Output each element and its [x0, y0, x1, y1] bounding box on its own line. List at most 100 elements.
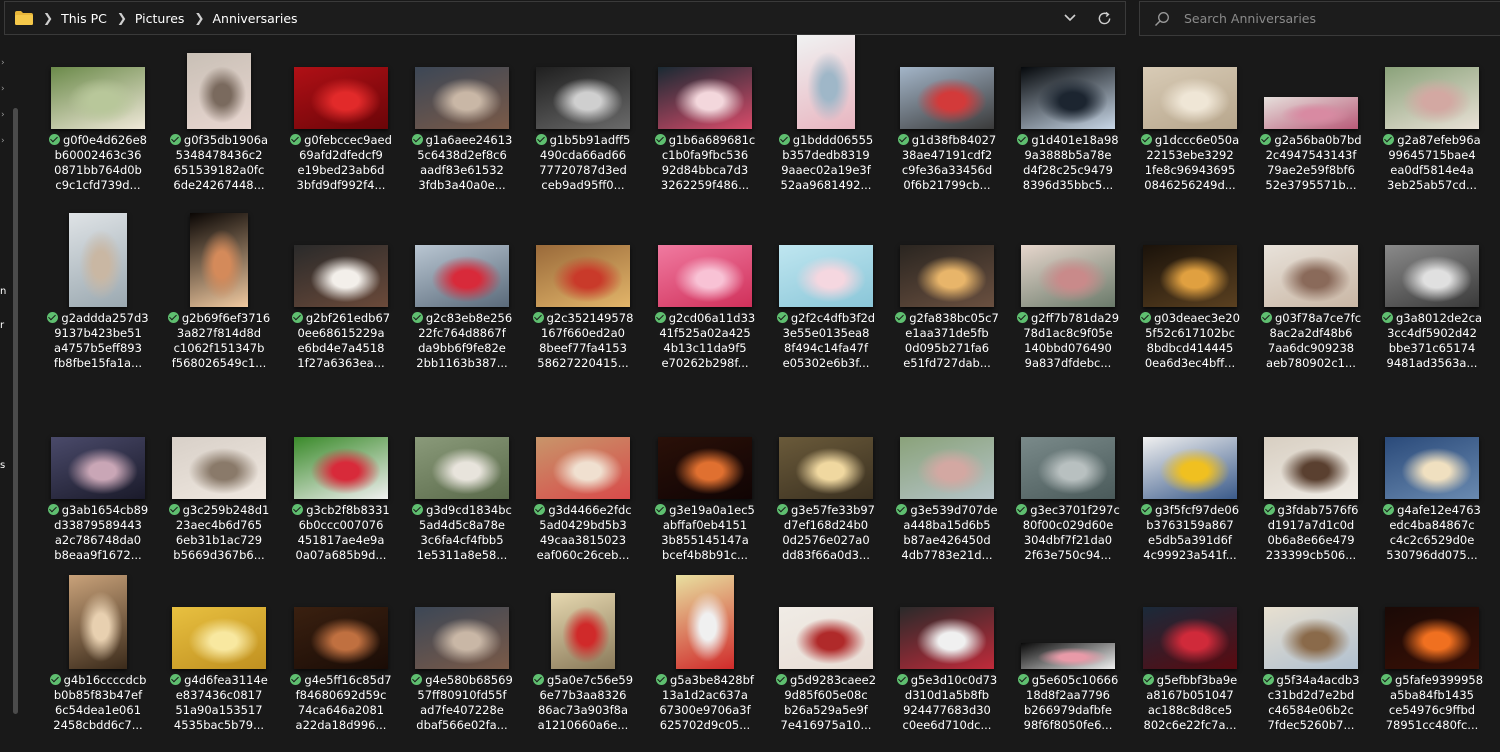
- file-thumbnail[interactable]: [900, 67, 994, 129]
- sync-status-check-icon: [1140, 134, 1152, 145]
- file-name-text: 5f52c617102bc: [1145, 326, 1235, 340]
- file-thumbnail[interactable]: [1021, 245, 1115, 307]
- file-thumbnail[interactable]: [415, 607, 509, 669]
- file-thumbnail[interactable]: [1385, 67, 1479, 129]
- file-name-text: 8beef77fa4153: [539, 341, 627, 355]
- file-thumbnail[interactable]: [294, 245, 388, 307]
- file-name-text: e1aa371de5fb: [905, 326, 989, 340]
- file-name-label: g3cb2f8b8331 6b0ccc007076 451817ae4e9a 0a07…: [286, 503, 396, 563]
- file-name-label: g1dccc6e050a 22153ebe3292 1fe8c96943695 084…: [1135, 133, 1245, 193]
- file-thumbnail[interactable]: [900, 245, 994, 307]
- file-name-text: 490cda66ad66: [539, 148, 627, 162]
- file-name-text: g2b69f6ef3716: [181, 311, 271, 325]
- file-thumbnail[interactable]: [779, 437, 873, 499]
- file-name-text: g5a0e7c56e59: [546, 673, 634, 687]
- file-name-text: 5c6438d2ef8c6: [417, 148, 507, 162]
- file-thumbnail[interactable]: [51, 437, 145, 499]
- file-name-text: b357dedb8319: [782, 148, 870, 162]
- file-thumbnail[interactable]: [1385, 437, 1479, 499]
- file-name-text: 80f00c029d60e: [1022, 518, 1114, 532]
- sync-status-check-icon: [48, 134, 60, 145]
- file-thumbnail[interactable]: [900, 437, 994, 499]
- file-thumbnail[interactable]: [69, 575, 127, 669]
- file-name-text: g1bddd06555: [792, 133, 874, 147]
- file-name-text: d7ef168d24b0: [783, 518, 869, 532]
- file-thumbnail[interactable]: [1143, 67, 1237, 129]
- file-name-label: g1bddd06555 b357dedb8319 9aaec02a19e3f 52aa…: [771, 133, 881, 193]
- file-name-text: g5fafe9399958: [1394, 673, 1484, 687]
- file-name-text: ac188c8d8ce5: [1147, 703, 1233, 717]
- file-thumbnail[interactable]: [1264, 607, 1358, 669]
- sync-status-check-icon: [1140, 312, 1152, 323]
- file-thumbnail[interactable]: [172, 607, 266, 669]
- sync-status-check-icon: [654, 134, 666, 145]
- file-thumbnail[interactable]: [1385, 607, 1479, 669]
- file-name-text: 233399cb506...: [1265, 548, 1357, 562]
- file-thumbnail[interactable]: [779, 245, 873, 307]
- file-name-text: d4f28c25c9479: [1023, 163, 1113, 177]
- file-thumbnail[interactable]: [900, 607, 994, 669]
- file-name-text: g4e5ff16c85d7: [304, 673, 392, 687]
- file-thumbnail[interactable]: [415, 437, 509, 499]
- file-thumbnail[interactable]: [676, 575, 734, 669]
- file-name-text: g03deaec3e20: [1154, 311, 1240, 325]
- file-thumbnail[interactable]: [1143, 607, 1237, 669]
- file-thumbnail[interactable]: [1385, 245, 1479, 307]
- file-name-text: b3763159a867: [1146, 518, 1234, 532]
- file-name-label: g2a56ba0b7bd 2c4947543143f 79ae2e59f8bf6 52…: [1256, 133, 1366, 193]
- file-thumbnail[interactable]: [551, 593, 615, 669]
- file-thumbnail[interactable]: [294, 67, 388, 129]
- file-thumbnail[interactable]: [1143, 245, 1237, 307]
- file-name-text: 92d84bbca7d3: [661, 163, 749, 177]
- file-name-text: g3c259b248d1: [182, 503, 270, 517]
- file-name-text: 530796dd075...: [1386, 548, 1478, 562]
- file-thumbnail[interactable]: [415, 67, 509, 129]
- file-name-label: g2c83eb8e256 22fc764d8867f da9bb6f9fe82e 2b…: [407, 311, 517, 371]
- file-thumbnail[interactable]: [69, 213, 127, 307]
- file-name-label: g3d4466e2fdc 5ad0429bd5b3 49caa3815023 eaf0…: [528, 503, 638, 563]
- file-thumbnail[interactable]: [294, 607, 388, 669]
- file-thumbnail[interactable]: [1264, 245, 1358, 307]
- file-thumbnail[interactable]: [536, 67, 630, 129]
- file-thumbnail[interactable]: [536, 245, 630, 307]
- content-scrollbar[interactable]: [1494, 38, 1500, 752]
- file-thumbnail[interactable]: [187, 53, 251, 129]
- file-thumbnail[interactable]: [1264, 437, 1358, 499]
- file-name-text: 0f6b21799cb...: [903, 178, 991, 192]
- sync-status-check-icon: [1016, 504, 1028, 515]
- file-name-text: b87ae426450d: [903, 533, 991, 547]
- file-thumbnail[interactable]: [190, 213, 248, 307]
- file-name-label: g1d38fb84027 38ae47191cdf2 c9fe36a33456d 0f…: [892, 133, 1002, 193]
- file-name-text: 924477683d30: [903, 703, 991, 717]
- file-name-text: c9c1cfd739d...: [55, 178, 141, 192]
- file-name-text: 9a3888b5a78e: [1024, 148, 1112, 162]
- file-thumbnail[interactable]: [658, 245, 752, 307]
- sync-status-check-icon: [654, 312, 666, 323]
- file-thumbnail[interactable]: [1264, 97, 1358, 129]
- file-thumbnail[interactable]: [51, 67, 145, 129]
- file-thumbnail[interactable]: [1021, 67, 1115, 129]
- file-thumbnail[interactable]: [1021, 643, 1115, 669]
- file-name-text: g3e57fe33b97: [790, 503, 875, 517]
- file-name-text: 140bbd076490: [1024, 341, 1112, 355]
- file-thumbnail[interactable]: [536, 437, 630, 499]
- file-thumbnail[interactable]: [658, 437, 752, 499]
- file-name-text: 74ca646a2081: [297, 703, 385, 717]
- file-name-text: 651539182a0fc: [173, 163, 265, 177]
- file-name-text: ea0df5814e4a: [1390, 163, 1474, 177]
- file-thumbnail[interactable]: [415, 245, 509, 307]
- file-thumbnail[interactable]: [779, 607, 873, 669]
- file-name-label: g3e539d707de a448ba15d6b5 b87ae426450d 4db7…: [892, 503, 1002, 563]
- file-name-text: 98f6f8050fe6...: [1023, 718, 1113, 732]
- file-thumbnail[interactable]: [1021, 437, 1115, 499]
- file-thumbnail[interactable]: [294, 437, 388, 499]
- file-thumbnail[interactable]: [172, 437, 266, 499]
- file-thumbnail[interactable]: [797, 35, 855, 129]
- file-name-text: edc4ba84867c: [1389, 518, 1475, 532]
- file-name-text: 0ea6d3ec4bff...: [1144, 356, 1236, 370]
- file-name-text: a8167b051047: [1146, 688, 1234, 702]
- file-thumbnail[interactable]: [658, 67, 752, 129]
- file-thumbnail[interactable]: [1143, 437, 1237, 499]
- file-name-text: g1d38fb84027: [911, 133, 997, 147]
- file-name-text: e05302e6b3f...: [782, 356, 870, 370]
